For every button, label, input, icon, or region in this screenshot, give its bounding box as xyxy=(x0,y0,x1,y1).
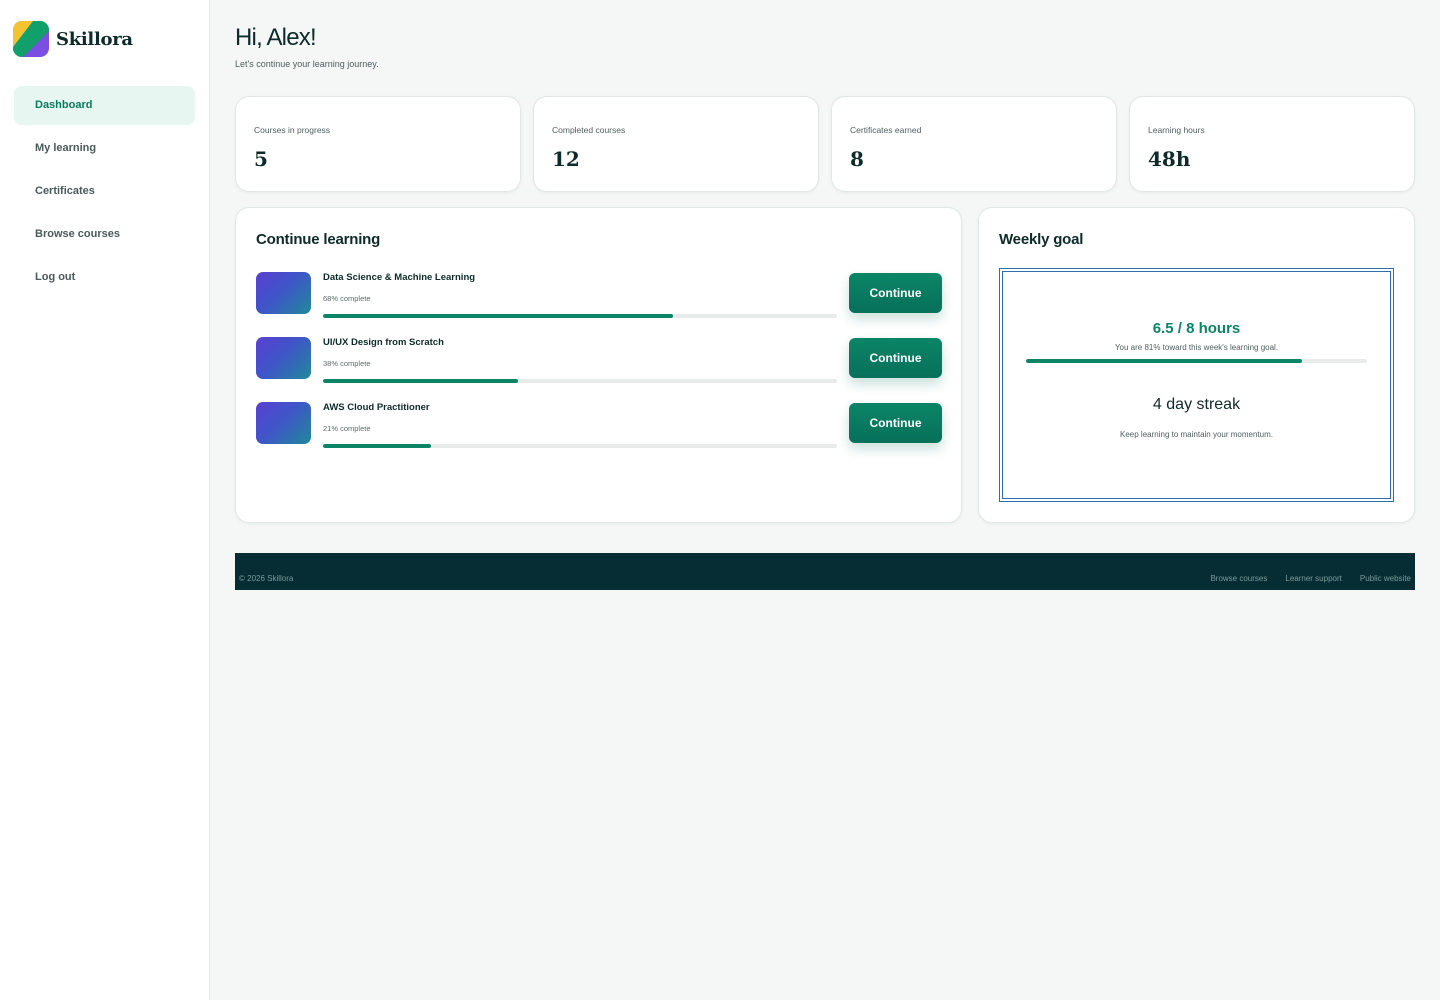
footer-link-public-website[interactable]: Public website xyxy=(1360,574,1411,583)
weekly-goal-panel: Weekly goal 6.5 / 8 hours You are 81% to… xyxy=(978,207,1415,523)
streak-description: Keep learning to maintain your momentum. xyxy=(1120,430,1273,439)
course-progress-bar xyxy=(323,314,837,318)
stat-card-certificates-earned: Certificates earned 8 xyxy=(831,96,1117,192)
stat-label: Certificates earned xyxy=(850,125,922,135)
footer-link-browse-courses[interactable]: Browse courses xyxy=(1210,574,1267,583)
course-item: UI/UX Design from Scratch 38% complete C… xyxy=(256,337,942,387)
course-progress-fill xyxy=(323,379,519,383)
course-title: UI/UX Design from Scratch xyxy=(323,337,444,348)
sidebar-item-my-learning[interactable]: My learning xyxy=(14,129,195,168)
panel-title: Continue learning xyxy=(256,231,381,248)
page-subtitle: Let's continue your learning journey. xyxy=(235,59,379,69)
footer: © 2026 Skillora Browse courses Learner s… xyxy=(235,553,1415,590)
streak-title: 4 day streak xyxy=(1152,396,1241,413)
course-item: AWS Cloud Practitioner 21% complete Cont… xyxy=(256,402,942,452)
course-progress-fill xyxy=(323,444,431,448)
course-progress-bar xyxy=(323,444,837,448)
footer-link-learner-support[interactable]: Learner support xyxy=(1285,574,1341,583)
brand-name: Skillora xyxy=(56,28,133,50)
course-progress-fill xyxy=(323,314,673,318)
sidebar-item-dashboard[interactable]: Dashboard xyxy=(14,86,195,125)
course-progress-label: 38% complete xyxy=(323,359,371,368)
sidebar-item-browse-courses[interactable]: Browse courses xyxy=(14,215,195,254)
stat-value: 8 xyxy=(850,147,864,171)
stat-card-completed-courses: Completed courses 12 xyxy=(533,96,819,192)
stat-value: 12 xyxy=(552,147,580,171)
sidebar: Skillora Dashboard My learning Certifica… xyxy=(0,0,210,1000)
page-title: Hi, Alex! xyxy=(235,24,317,51)
stat-card-courses-in-progress: Courses in progress 5 xyxy=(235,96,521,192)
stat-value: 48h xyxy=(1148,147,1191,171)
sidebar-item-certificates[interactable]: Certificates xyxy=(14,172,195,211)
course-thumbnail xyxy=(256,337,311,379)
sidebar-nav: Dashboard My learning Certificates Brows… xyxy=(14,86,195,301)
course-item: Data Science & Machine Learning 68% comp… xyxy=(256,272,942,322)
course-thumbnail xyxy=(256,272,311,314)
stat-label: Learning hours xyxy=(1148,125,1205,135)
brand[interactable]: Skillora xyxy=(13,21,133,57)
course-progress-label: 68% complete xyxy=(323,294,371,303)
goal-hours: 6.5 / 8 hours xyxy=(1152,320,1241,337)
course-thumbnail xyxy=(256,402,311,444)
continue-button[interactable]: Continue xyxy=(849,273,942,313)
course-title: Data Science & Machine Learning xyxy=(323,272,476,283)
goal-progress-fill xyxy=(1026,359,1303,363)
stat-label: Completed courses xyxy=(552,125,626,135)
course-progress-label: 21% complete xyxy=(323,424,371,433)
continue-learning-panel: Continue learning Data Science & Machine… xyxy=(235,207,962,523)
continue-button[interactable]: Continue xyxy=(849,338,942,378)
panel-title: Weekly goal xyxy=(999,231,1084,248)
stat-value: 5 xyxy=(254,147,268,171)
footer-copyright: © 2026 Skillora xyxy=(239,574,294,583)
stat-card-learning-hours: Learning hours 48h xyxy=(1129,96,1415,192)
sidebar-item-log-out[interactable]: Log out xyxy=(14,258,195,297)
continue-button[interactable]: Continue xyxy=(849,403,942,443)
goal-progress-bar xyxy=(1026,359,1367,363)
course-progress-bar xyxy=(323,379,837,383)
skillora-logo-icon xyxy=(13,21,49,57)
goal-description: You are 81% toward this week's learning … xyxy=(1114,343,1279,352)
stat-label: Courses in progress xyxy=(254,125,331,135)
footer-links: Browse courses Learner support Public we… xyxy=(1192,574,1411,583)
weekly-goal-box: 6.5 / 8 hours You are 81% toward this we… xyxy=(999,268,1394,502)
course-title: AWS Cloud Practitioner xyxy=(323,402,430,413)
